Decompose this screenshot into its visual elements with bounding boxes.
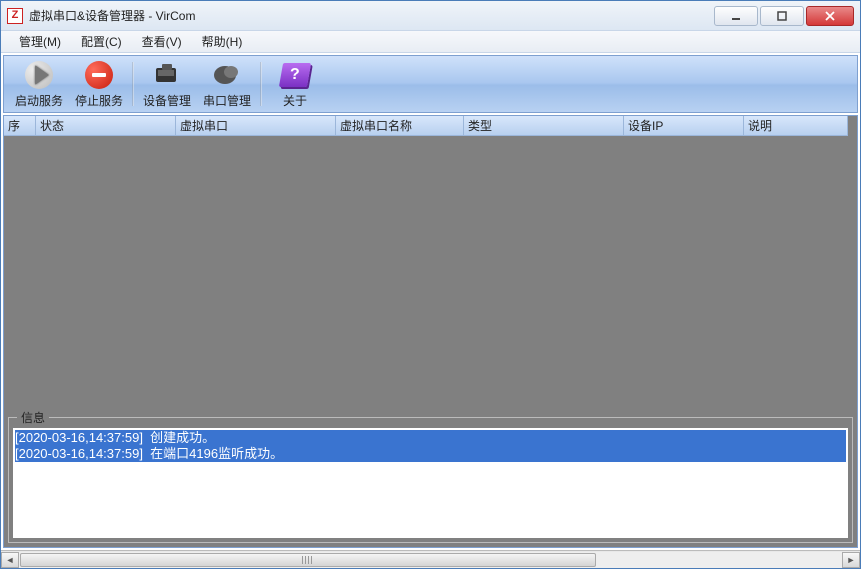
- toolbar-separator: [132, 62, 134, 106]
- stop-service-button[interactable]: 停止服务: [74, 58, 124, 110]
- scroll-right-arrow[interactable]: ►: [842, 552, 860, 568]
- device-mgmt-button[interactable]: 设备管理: [142, 58, 192, 110]
- table-rows-empty: [4, 136, 857, 413]
- stop-service-label: 停止服务: [75, 92, 123, 109]
- toolbar-separator: [260, 62, 262, 106]
- minimize-button[interactable]: [714, 6, 758, 26]
- titlebar: Z 虚拟串口&设备管理器 - VirCom: [1, 1, 860, 31]
- app-window: Z 虚拟串口&设备管理器 - VirCom 管理(M) 配置(C) 查看(V) …: [0, 0, 861, 569]
- toolbar-group-2: 设备管理 串口管理: [136, 58, 258, 110]
- column-header-note[interactable]: 说明: [744, 116, 848, 136]
- toolbar-group-1: 启动服务 停止服务: [8, 58, 130, 110]
- menubar: 管理(M) 配置(C) 查看(V) 帮助(H): [1, 31, 860, 53]
- device-icon: [152, 60, 182, 90]
- window-controls: [714, 6, 854, 26]
- info-group: 信息 [2020-03-16,14:37:59] 创建成功。[2020-03-1…: [8, 417, 853, 543]
- menu-manage[interactable]: 管理(M): [9, 31, 71, 52]
- close-icon: [824, 11, 836, 21]
- about-icon: [279, 63, 311, 87]
- menu-view[interactable]: 查看(V): [132, 31, 192, 52]
- scroll-left-arrow[interactable]: ◄: [1, 552, 19, 568]
- scroll-track[interactable]: [19, 552, 842, 568]
- stop-icon: [85, 61, 113, 89]
- serial-mgmt-button[interactable]: 串口管理: [202, 58, 252, 110]
- scroll-thumb[interactable]: [20, 553, 596, 567]
- minimize-icon: [731, 11, 741, 21]
- column-header-vport[interactable]: 虚拟串口: [176, 116, 336, 136]
- maximize-icon: [777, 11, 787, 21]
- info-legend: 信息: [17, 409, 49, 426]
- start-service-button[interactable]: 启动服务: [14, 58, 64, 110]
- menu-help[interactable]: 帮助(H): [192, 31, 253, 52]
- about-button[interactable]: 关于: [270, 58, 320, 110]
- menu-config[interactable]: 配置(C): [71, 31, 132, 52]
- device-mgmt-label: 设备管理: [143, 92, 191, 109]
- log-line[interactable]: [2020-03-16,14:37:59] 创建成功。: [15, 430, 846, 446]
- column-header-status[interactable]: 状态: [36, 116, 176, 136]
- horizontal-scrollbar[interactable]: ◄ ►: [1, 550, 860, 568]
- info-log[interactable]: [2020-03-16,14:37:59] 创建成功。[2020-03-16,1…: [13, 428, 848, 538]
- play-icon: [25, 61, 53, 89]
- toolbar: 启动服务 停止服务 设备管理 串口管理: [3, 55, 858, 113]
- about-label: 关于: [283, 92, 307, 109]
- serial-icon: [212, 60, 242, 90]
- serial-mgmt-label: 串口管理: [203, 92, 251, 109]
- column-header-ip[interactable]: 设备IP: [624, 116, 744, 136]
- window-title: 虚拟串口&设备管理器 - VirCom: [29, 7, 714, 24]
- column-header-vname[interactable]: 虚拟串口名称: [336, 116, 464, 136]
- log-line[interactable]: [2020-03-16,14:37:59] 在端口4196监听成功。: [15, 446, 846, 462]
- column-header-seq[interactable]: 序: [4, 116, 36, 136]
- column-header-type[interactable]: 类型: [464, 116, 624, 136]
- toolbar-group-3: 关于: [264, 58, 326, 110]
- close-button[interactable]: [806, 6, 854, 26]
- app-icon: Z: [7, 8, 23, 24]
- content-area: 序状态虚拟串口虚拟串口名称类型设备IP说明 信息 [2020-03-16,14:…: [3, 115, 858, 548]
- table-header: 序状态虚拟串口虚拟串口名称类型设备IP说明: [4, 116, 857, 136]
- start-service-label: 启动服务: [15, 92, 63, 109]
- maximize-button[interactable]: [760, 6, 804, 26]
